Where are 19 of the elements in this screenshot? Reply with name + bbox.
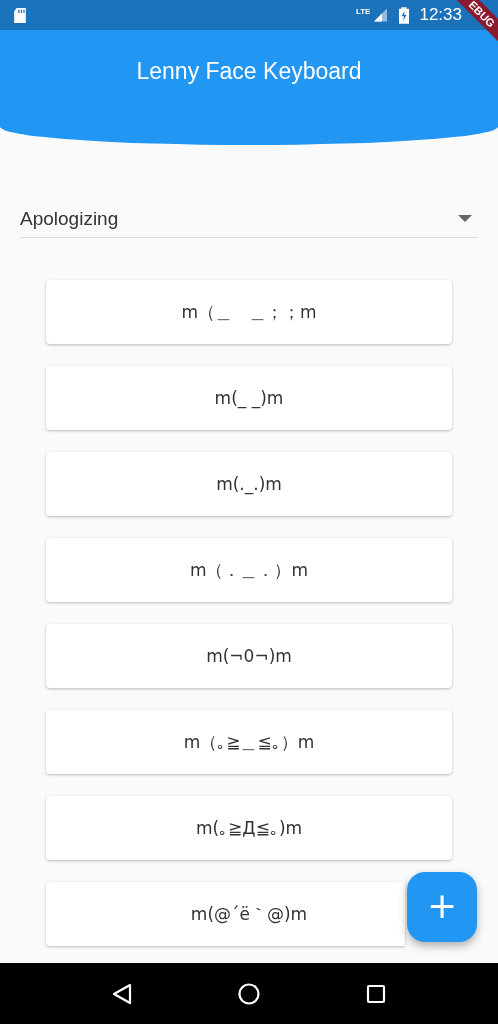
face-card[interactable]: m(¬0¬)m bbox=[46, 624, 452, 688]
signal-icon bbox=[374, 8, 388, 22]
back-icon[interactable] bbox=[110, 982, 133, 1005]
battery-charging-icon bbox=[399, 6, 410, 24]
network-label: LTE bbox=[355, 7, 371, 16]
face-card[interactable]: m（＿ ＿；；m bbox=[46, 280, 452, 344]
sd-card-icon bbox=[14, 7, 26, 23]
clock: 12:33 bbox=[419, 5, 462, 25]
face-card[interactable]: m(._.)m bbox=[46, 452, 452, 516]
face-card[interactable]: m(@´ë｀@)m bbox=[46, 882, 405, 946]
face-card[interactable]: m(_ _)m bbox=[46, 366, 452, 430]
caret-icon bbox=[458, 215, 472, 222]
category-dropdown[interactable]: Apologizing bbox=[20, 202, 478, 238]
face-card[interactable]: m（．＿．）m bbox=[46, 538, 452, 602]
face-card[interactable]: m(｡≧Д≦｡)m bbox=[46, 796, 452, 860]
app-title: Lenny Face Keyboard bbox=[136, 58, 362, 86]
home-icon[interactable] bbox=[238, 982, 260, 1005]
recents-icon[interactable] bbox=[365, 982, 388, 1005]
face-card[interactable]: m（｡≧＿≦｡）m bbox=[46, 710, 452, 774]
